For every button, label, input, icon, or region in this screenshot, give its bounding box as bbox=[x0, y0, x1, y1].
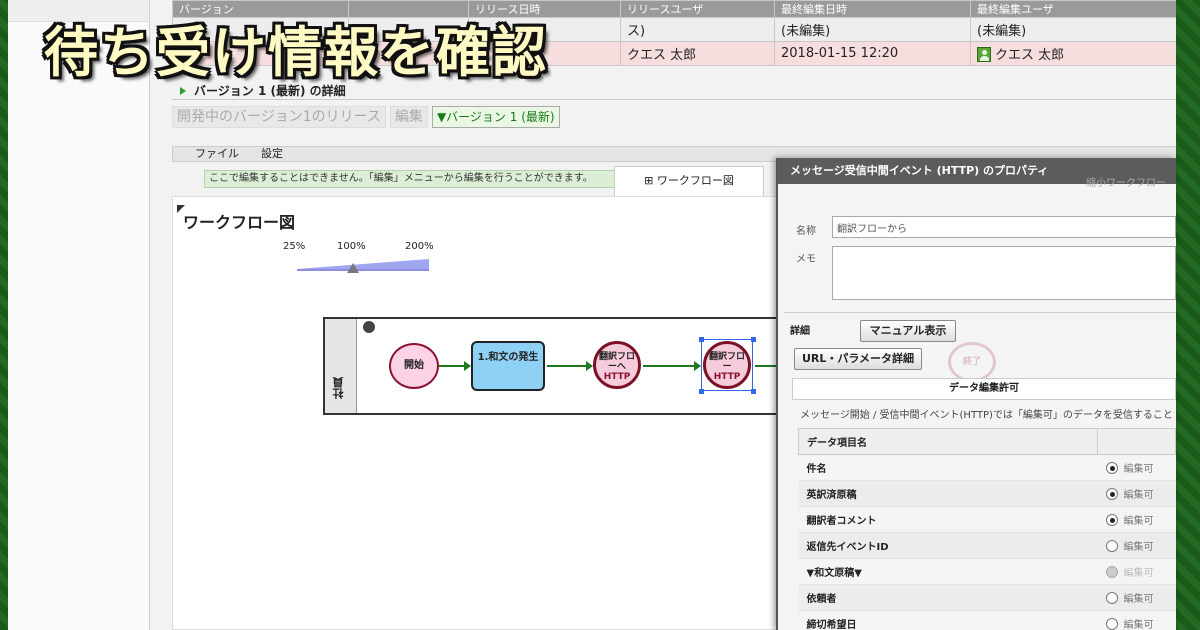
menu-settings[interactable]: 設定 bbox=[261, 147, 283, 161]
selection-handle[interactable] bbox=[751, 337, 756, 342]
zoom-label-min: 25% bbox=[283, 241, 306, 252]
radio-editable bbox=[1105, 566, 1118, 578]
permission-row: 依頼者 編集可 bbox=[798, 584, 1176, 611]
radio-editable[interactable] bbox=[1105, 540, 1118, 552]
version-tabs: 開発中のバージョン1のリリース 編集 ▼バージョン 1 (最新) bbox=[172, 106, 560, 128]
edge-start-task bbox=[439, 361, 471, 371]
zoom-label-mid: 100% bbox=[337, 241, 366, 252]
release-user: クエス 太郎 bbox=[620, 41, 775, 66]
menu-file[interactable]: ファイル bbox=[195, 147, 239, 161]
permission-row: ▼和文原稿▼ 編集可 bbox=[798, 558, 1176, 585]
divider bbox=[784, 312, 1176, 313]
left-navigation bbox=[8, 0, 150, 630]
url-params-button[interactable]: URL・パラメータ詳細 bbox=[794, 348, 922, 370]
permission-row: 締切希望日 編集可 bbox=[798, 610, 1176, 630]
zoom-label-max: 200% bbox=[405, 241, 434, 252]
permission-row: 英訳済原稿 編集可 bbox=[798, 480, 1176, 507]
radio-editable[interactable] bbox=[1105, 462, 1118, 474]
lane-name: 社員 bbox=[332, 377, 345, 399]
workflow-icon: ⊞ bbox=[644, 174, 657, 187]
version-select[interactable]: ▼バージョン 1 (最新) bbox=[431, 106, 560, 128]
selection-handle[interactable] bbox=[699, 337, 704, 342]
workflow-canvas[interactable]: ワークフロー図 25% 100% 200% 社員 開始 1.和文の発生 翻訳フロ… bbox=[172, 196, 792, 630]
radio-editable[interactable] bbox=[1105, 488, 1118, 500]
col-last-edit-user: 最終編集ユーザ bbox=[970, 0, 1176, 18]
zoom-thumb[interactable] bbox=[347, 263, 359, 273]
workflow-tab-label: ワークフロー図 bbox=[656, 174, 734, 187]
last-edit-time: (未編集) bbox=[774, 17, 971, 42]
zoom-track[interactable] bbox=[297, 259, 429, 271]
info-message: ここで編集することはできません。「編集」メニューから編集を行うことができます。 bbox=[204, 170, 628, 188]
ghost-end-node: 終了 bbox=[948, 342, 996, 382]
tab-workflow[interactable]: ⊞ ワークフロー図 bbox=[614, 166, 764, 196]
manual-button[interactable]: マニュアル表示 bbox=[860, 320, 956, 342]
radio-editable[interactable] bbox=[1105, 514, 1118, 526]
edge-http1-http2 bbox=[643, 361, 701, 371]
radio-editable[interactable] bbox=[1105, 618, 1118, 630]
col-release-user: リリースユーザ bbox=[620, 0, 775, 18]
last-edit-time: 2018-01-15 12:20 bbox=[774, 41, 971, 66]
property-panel: メッセージ受信中間イベント (HTTP) のプロパティ 縮小ワークフロー 名称 … bbox=[776, 158, 1176, 630]
permission-note: メッセージ開始 / 受信中間イベント(HTTP)では「編集可」のデータを受信する… bbox=[800, 410, 1173, 421]
permission-row: 返信先イベントID 編集可 bbox=[798, 532, 1176, 559]
col-data-item: データ項目名 bbox=[798, 428, 1098, 455]
selection-handle[interactable] bbox=[699, 389, 704, 394]
task-node[interactable]: 1.和文の発生 bbox=[471, 341, 545, 391]
edge-task-http1 bbox=[547, 361, 593, 371]
last-edit-user: (未編集) bbox=[970, 17, 1176, 42]
memo-field[interactable] bbox=[832, 246, 1176, 300]
permission-row: 翻訳者コメント 編集可 bbox=[798, 506, 1176, 533]
lane-header: 社員 bbox=[325, 319, 357, 413]
start-node[interactable]: 開始 bbox=[389, 343, 439, 389]
lane-person-icon bbox=[363, 321, 375, 333]
memo-label: メモ bbox=[796, 254, 816, 265]
permission-row: 件名 編集可 bbox=[798, 454, 1176, 481]
edit-button[interactable]: 編集 bbox=[389, 106, 428, 128]
details-label: 詳細 bbox=[790, 326, 810, 337]
triangle-icon bbox=[180, 87, 186, 95]
radio-editable[interactable] bbox=[1105, 592, 1118, 604]
permission-table: データ項目名 件名 編集可 英訳済原稿 編集可 翻訳者コメント 編集可 返信先イベント… bbox=[798, 428, 1176, 630]
swimlane: 社員 開始 1.和文の発生 翻訳フローへ HTTP 翻訳フロー HTTP bbox=[323, 317, 787, 415]
release-button[interactable]: 開発中のバージョン1のリリース bbox=[172, 106, 386, 128]
http-throw-node[interactable]: 翻訳フローへ HTTP bbox=[593, 341, 641, 389]
name-field[interactable]: 翻訳フローから bbox=[832, 216, 1176, 238]
canvas-title: ワークフロー図 bbox=[176, 205, 295, 233]
permission-title: データ編集許可 bbox=[792, 378, 1176, 400]
selection-box bbox=[701, 339, 753, 391]
col-last-edit-time: 最終編集日時 bbox=[774, 0, 971, 18]
zoom-slider[interactable]: 25% 100% 200% bbox=[283, 241, 434, 273]
name-label: 名称 bbox=[796, 226, 816, 237]
last-edit-user: クエス 太郎 bbox=[995, 48, 1065, 63]
ghost-overview-label: 縮小ワークフロー bbox=[1086, 178, 1166, 189]
overlay-title: 待ち受け情報を確認 bbox=[44, 21, 548, 84]
selection-handle[interactable] bbox=[751, 389, 756, 394]
release-user: ス) bbox=[620, 17, 775, 42]
user-icon bbox=[977, 47, 991, 62]
